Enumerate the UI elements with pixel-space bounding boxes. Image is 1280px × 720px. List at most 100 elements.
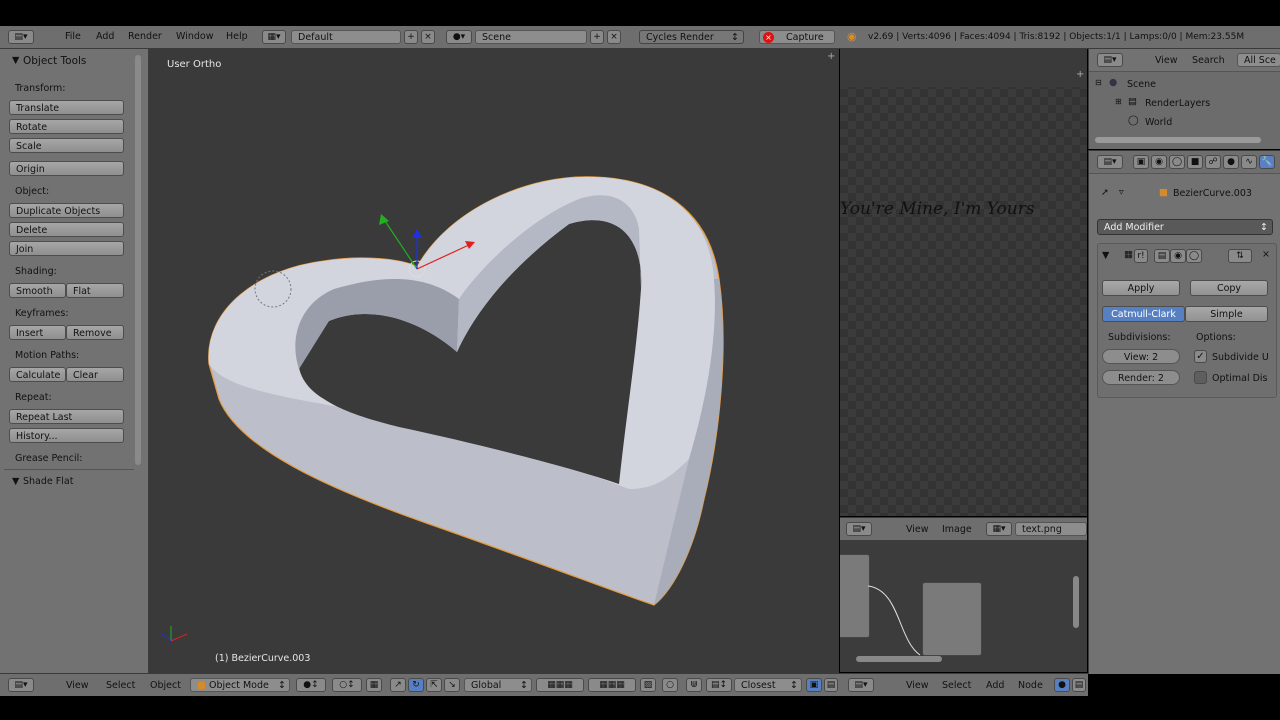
menu-select[interactable]: Select <box>106 680 135 691</box>
compositor-tree-icon[interactable]: ▤ <box>1072 678 1086 692</box>
corner-plus-icon[interactable]: + <box>1076 69 1084 80</box>
transform-orientation-select[interactable]: Global ↕ <box>464 678 532 692</box>
node-footer-select[interactable]: Select <box>942 680 971 691</box>
remove-keyframe-button[interactable]: Remove <box>66 325 124 340</box>
clear-button[interactable]: Clear <box>66 367 124 382</box>
scene-tab-icon[interactable]: ◉ <box>1151 155 1167 169</box>
node-menu-image[interactable]: Image <box>942 524 972 535</box>
duplicate-objects-button[interactable]: Duplicate Objects <box>9 203 124 218</box>
outliner-row-world[interactable]: ◯ World <box>1089 113 1280 131</box>
constraints-tab-icon[interactable]: ☍ <box>1205 155 1221 169</box>
capture-button[interactable]: × Capture <box>759 30 835 44</box>
expand-icon[interactable]: ⊟ <box>1095 78 1102 87</box>
menu-help[interactable]: Help <box>226 31 248 42</box>
lock-icon[interactable]: ▨ <box>640 678 656 692</box>
repeat-last-button[interactable]: Repeat Last <box>9 409 124 424</box>
copy-button[interactable]: Copy <box>1190 280 1268 296</box>
add-layout-icon[interactable]: + <box>404 30 418 44</box>
collapse-triangle-icon[interactable]: ▼ <box>12 55 19 66</box>
menu-object[interactable]: Object <box>150 680 181 691</box>
show-viewport-icon[interactable]: ◉ <box>1170 249 1186 263</box>
image-browse-icon[interactable]: ▦▾ <box>986 522 1012 536</box>
outliner-scrollbar[interactable] <box>1095 137 1261 143</box>
menu-add[interactable]: Add <box>96 31 114 42</box>
editor-type-icon[interactable]: ▤▾ <box>1097 53 1123 67</box>
layers-grid-icon[interactable]: ▦▦▦ <box>588 678 636 692</box>
delete-button[interactable]: Delete <box>9 222 124 237</box>
flat-button[interactable]: Flat <box>66 283 124 298</box>
viewport-shading-icon[interactable]: ●↕ <box>296 678 326 692</box>
manipulator-icon[interactable]: ▦ <box>366 678 382 692</box>
subdivide-uvs-checkbox[interactable]: ✓ <box>1194 350 1207 363</box>
scale-manipulator-icon[interactable]: ⇱ <box>426 678 442 692</box>
mode-select[interactable]: ■ Object Mode ↕ <box>190 678 290 692</box>
node-right[interactable] <box>922 582 982 656</box>
add-modifier-button[interactable]: Add Modifier ↕ <box>1097 219 1273 235</box>
editor-type-icon[interactable]: ▤▾ <box>8 30 34 44</box>
remove-scene-icon[interactable]: × <box>607 30 621 44</box>
modifier-name-field[interactable]: r! <box>1134 249 1148 263</box>
optimal-display-checkbox[interactable] <box>1194 371 1207 384</box>
outliner-row-renderlayers[interactable]: ⊞ ▤ RenderLayers <box>1089 94 1280 112</box>
insert-keyframe-button[interactable]: Insert <box>9 325 66 340</box>
pivot-point-icon[interactable]: ○↕ <box>332 678 362 692</box>
editor-type-icon[interactable]: ▤▾ <box>846 522 872 536</box>
editor-type-icon[interactable]: ▤▾ <box>1097 155 1123 169</box>
render-tab-icon[interactable]: ▣ <box>1133 155 1149 169</box>
rotate-manipulator-icon[interactable]: ↻ <box>408 678 424 692</box>
render-levels-field[interactable]: Render: 2 <box>1102 370 1180 385</box>
node-menu-view[interactable]: View <box>906 524 929 535</box>
expand-icon[interactable]: ⊞ <box>1115 97 1122 106</box>
simple-button[interactable]: Simple <box>1185 306 1268 322</box>
smooth-button[interactable]: Smooth <box>9 283 66 298</box>
scale-button[interactable]: Scale <box>9 138 124 153</box>
scene-icon[interactable]: ●▾ <box>446 30 472 44</box>
node-editor-scrollbar-h[interactable] <box>856 656 942 662</box>
outliner-row-scene[interactable]: ⊟ ● Scene <box>1089 75 1280 93</box>
object-tab-icon[interactable]: ■ <box>1187 155 1203 169</box>
node-footer-add[interactable]: Add <box>986 680 1004 691</box>
node-editor[interactable] <box>840 540 1087 672</box>
render-icon[interactable]: ▣ <box>806 678 822 692</box>
apply-button[interactable]: Apply <box>1102 280 1180 296</box>
pin-icon[interactable]: ➚ <box>1101 187 1109 198</box>
editor-type-icon[interactable]: ▤▾ <box>848 678 874 692</box>
snap-target-select[interactable]: Closest ↕ <box>734 678 802 692</box>
add-scene-icon[interactable]: + <box>590 30 604 44</box>
outliner-filter-select[interactable]: All Sce <box>1237 53 1280 67</box>
snap-icon[interactable]: ⋓ <box>686 678 702 692</box>
layers-grid-icon[interactable]: ▦▦▦ <box>536 678 584 692</box>
join-button[interactable]: Join <box>9 241 124 256</box>
data-tab-icon[interactable]: ∿ <box>1241 155 1257 169</box>
editor-type-icon[interactable]: ▤▾ <box>8 678 34 692</box>
image-editor[interactable]: You're Mine, I'm Yours + <box>840 49 1087 516</box>
tool-shelf-scrollbar[interactable] <box>135 55 141 465</box>
menu-file[interactable]: File <box>65 31 81 42</box>
history-button[interactable]: History... <box>9 428 124 443</box>
remove-layout-icon[interactable]: × <box>421 30 435 44</box>
node-footer-node[interactable]: Node <box>1018 680 1043 691</box>
modifier-collapse-icon[interactable]: ▼ <box>1102 250 1109 261</box>
render-engine-select[interactable]: Cycles Render ↕ <box>639 30 744 44</box>
calculate-button[interactable]: Calculate <box>9 367 66 382</box>
outliner-menu-view[interactable]: View <box>1155 55 1178 66</box>
move-up-down-icon[interactable]: ⇅ <box>1228 249 1252 263</box>
object-tools-title[interactable]: Object Tools <box>23 55 86 67</box>
scale-manipulator-icon[interactable]: ↘ <box>444 678 460 692</box>
menu-view[interactable]: View <box>66 680 89 691</box>
outliner-menu-search[interactable]: Search <box>1192 55 1225 66</box>
show-editmode-icon[interactable]: ▤ <box>1154 249 1170 263</box>
heart-mesh[interactable] <box>149 49 839 673</box>
catmull-clark-button[interactable]: Catmull-Clark <box>1102 306 1185 322</box>
image-name-field[interactable]: text.png <box>1015 522 1087 536</box>
viewport-3d[interactable]: User Ortho + (1) BezierCurve.003 <box>149 49 839 673</box>
translate-manipulator-icon[interactable]: ↗ <box>390 678 406 692</box>
snap-element-icon[interactable]: ▤↕ <box>706 678 732 692</box>
collapse-triangle-icon[interactable]: ▼ <box>12 476 19 487</box>
menu-render[interactable]: Render <box>128 31 162 42</box>
menu-window[interactable]: Window <box>176 31 213 42</box>
proportional-edit-icon[interactable]: ○ <box>662 678 678 692</box>
translate-button[interactable]: Translate <box>9 100 124 115</box>
material-tab-icon[interactable]: ● <box>1223 155 1239 169</box>
modifiers-tab-icon[interactable]: 🔧 <box>1259 155 1275 169</box>
